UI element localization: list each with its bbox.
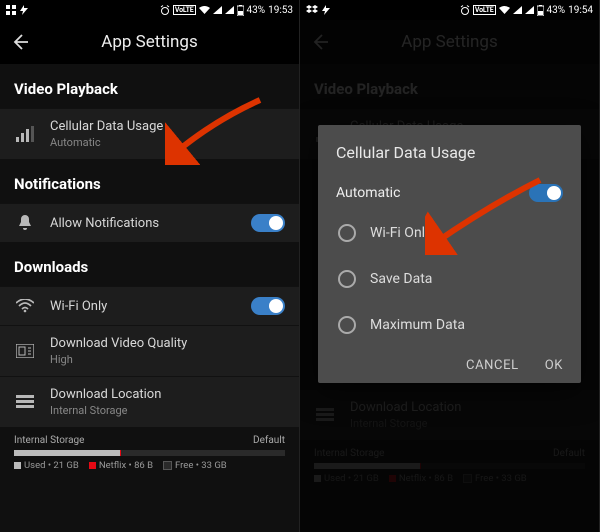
option-max-label: Maximum Data	[370, 317, 465, 333]
battery-pct: 43%	[247, 5, 266, 16]
bell-icon	[14, 214, 36, 232]
allow-notifications-toggle[interactable]	[251, 214, 285, 232]
clock: 19:53	[268, 5, 293, 16]
automatic-toggle[interactable]	[529, 184, 563, 202]
signal-icon	[525, 6, 534, 14]
wifi-only-toggle[interactable]	[251, 297, 285, 315]
status-bar: VoLTE 43% 19:53	[0, 0, 299, 20]
download-quality-sub: High	[50, 353, 285, 366]
radio-icon	[338, 316, 356, 334]
allow-notifications-row[interactable]: Allow Notifications	[0, 203, 299, 242]
download-location-label: Download Location	[50, 387, 285, 402]
page-title: App Settings	[30, 32, 289, 52]
automatic-label: Automatic	[336, 185, 400, 201]
volte-badge: VoLTE	[173, 5, 196, 15]
radio-icon	[338, 224, 356, 242]
download-quality-label: Download Video Quality	[50, 336, 285, 351]
app-header: App Settings	[0, 20, 299, 64]
download-location-row[interactable]: Download Location Internal Storage	[0, 376, 299, 427]
option-wifi-only[interactable]: Wi-Fi Only	[336, 210, 563, 256]
option-save-label: Save Data	[370, 271, 432, 287]
screen-left: VoLTE 43% 19:53 App Settings Video Playb…	[0, 0, 300, 532]
legend-netflix: Netflix • 86 B	[89, 460, 153, 471]
option-wifi-label: Wi-Fi Only	[370, 225, 432, 241]
legend-used: Used • 21 GB	[14, 460, 79, 471]
section-downloads-heading: Downloads	[0, 242, 299, 286]
cellular-data-label: Cellular Data Usage	[50, 119, 285, 134]
signal-icon	[513, 6, 522, 14]
alarm-icon	[460, 5, 470, 15]
storage-summary: Internal Storage Default Used • 21 GB Ne…	[0, 427, 299, 475]
section-video-heading: Video Playback	[0, 64, 299, 108]
option-save-data[interactable]: Save Data	[336, 256, 563, 302]
menu-icon	[6, 5, 16, 15]
wifi-icon	[199, 6, 210, 14]
radio-icon	[338, 270, 356, 288]
download-quality-row[interactable]: Download Video Quality High	[0, 325, 299, 376]
dialog-title: Cellular Data Usage	[336, 143, 563, 162]
wifi-icon	[14, 299, 36, 313]
cellular-data-row[interactable]: Cellular Data Usage Automatic	[0, 108, 299, 159]
clock: 19:54	[568, 5, 593, 16]
battery-pct: 43%	[547, 5, 566, 16]
download-location-sub: Internal Storage	[50, 404, 285, 417]
bolt-icon	[322, 5, 330, 15]
signal-icon	[213, 6, 222, 14]
signal-icon	[225, 6, 234, 14]
battery-icon	[537, 5, 544, 16]
volte-badge: VoLTE	[473, 5, 496, 15]
wifi-only-row[interactable]: Wi-Fi Only	[0, 286, 299, 325]
cellular-data-sub: Automatic	[50, 136, 285, 149]
cellular-data-dialog: Cellular Data Usage Automatic Wi-Fi Only…	[318, 125, 581, 383]
wifi-icon	[499, 6, 510, 14]
screen-right: VoLTE 43% 19:54 App Settings Video Playb…	[300, 0, 600, 532]
legend-free: Free • 33 GB	[163, 460, 227, 471]
storage-default: Default	[253, 435, 285, 446]
dropbox-icon	[306, 5, 318, 15]
storage-bar	[14, 450, 285, 456]
wifi-only-label: Wi-Fi Only	[50, 299, 237, 314]
storage-name: Internal Storage	[14, 435, 84, 446]
back-icon[interactable]	[10, 32, 30, 52]
alarm-icon	[160, 5, 170, 15]
bars-icon	[14, 126, 36, 142]
ok-button[interactable]: OK	[545, 358, 563, 373]
status-bar: VoLTE 43% 19:54	[300, 0, 599, 20]
battery-icon	[237, 5, 244, 16]
allow-notifications-label: Allow Notifications	[50, 216, 237, 231]
bolt-icon	[20, 5, 28, 15]
option-maximum-data[interactable]: Maximum Data	[336, 302, 563, 348]
cancel-button[interactable]: CANCEL	[466, 358, 519, 373]
quality-icon	[14, 344, 36, 358]
section-notifications-heading: Notifications	[0, 159, 299, 203]
storage-icon	[14, 395, 36, 409]
